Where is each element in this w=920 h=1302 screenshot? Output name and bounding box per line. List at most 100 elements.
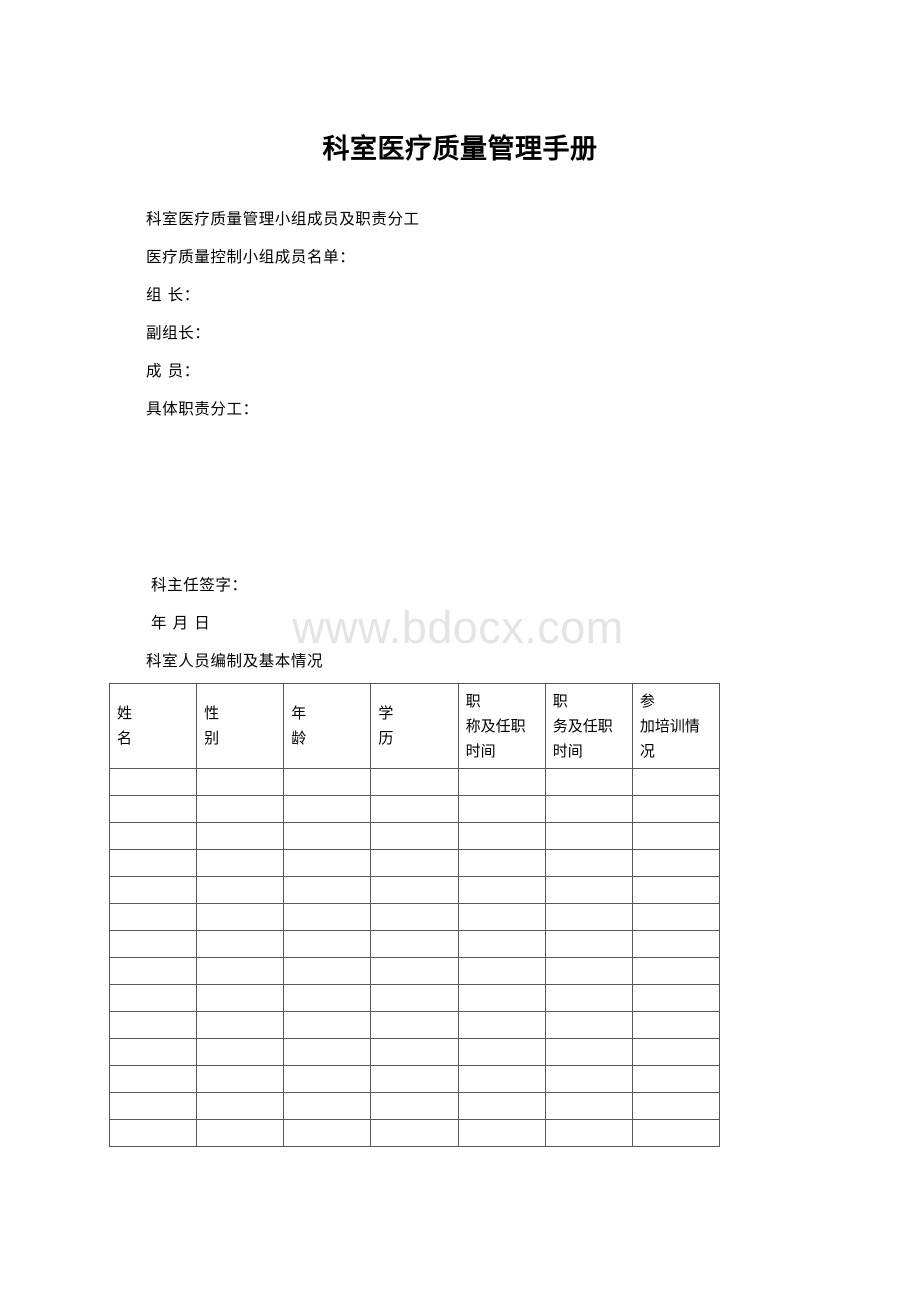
table-cell[interactable]: [631, 1065, 721, 1093]
table-cell[interactable]: [457, 876, 546, 904]
table-cell[interactable]: [108, 795, 198, 823]
table-cell[interactable]: [631, 930, 721, 958]
table-cell[interactable]: [544, 768, 633, 796]
table-cell[interactable]: [544, 822, 633, 850]
table-cell[interactable]: [283, 849, 372, 877]
table-cell[interactable]: [544, 1092, 633, 1120]
table-cell[interactable]: [544, 876, 633, 904]
table-cell[interactable]: [108, 768, 198, 796]
table-cell[interactable]: [196, 1011, 285, 1039]
table-cell[interactable]: [631, 1119, 721, 1147]
table-cell[interactable]: [196, 876, 285, 904]
table-cell[interactable]: [457, 768, 546, 796]
table-cell[interactable]: [108, 822, 198, 850]
table-cell[interactable]: [108, 1119, 198, 1147]
table-cell[interactable]: [370, 849, 459, 877]
table-cell[interactable]: [457, 930, 546, 958]
table-row[interactable]: [108, 795, 721, 823]
table-cell[interactable]: [631, 903, 721, 931]
table-cell[interactable]: [108, 930, 198, 958]
table-cell[interactable]: [196, 930, 285, 958]
table-cell[interactable]: [457, 903, 546, 931]
table-cell[interactable]: [544, 849, 633, 877]
table-cell[interactable]: [544, 1065, 633, 1093]
table-cell[interactable]: [196, 1119, 285, 1147]
table-cell[interactable]: [631, 768, 721, 796]
table-cell[interactable]: [544, 1119, 633, 1147]
table-cell[interactable]: [370, 984, 459, 1012]
table-cell[interactable]: [196, 768, 285, 796]
table-cell[interactable]: [283, 1038, 372, 1066]
table-cell[interactable]: [631, 876, 721, 904]
table-cell[interactable]: [631, 1011, 721, 1039]
table-cell[interactable]: [631, 822, 721, 850]
table-cell[interactable]: [283, 957, 372, 985]
table-row[interactable]: [108, 768, 721, 796]
table-row[interactable]: [108, 1011, 721, 1039]
table-cell[interactable]: [631, 795, 721, 823]
table-cell[interactable]: [370, 822, 459, 850]
table-cell[interactable]: [283, 795, 372, 823]
table-cell[interactable]: [631, 1038, 721, 1066]
table-cell[interactable]: [544, 984, 633, 1012]
table-cell[interactable]: [196, 1092, 285, 1120]
table-cell[interactable]: [370, 1038, 459, 1066]
table-cell[interactable]: [196, 822, 285, 850]
table-cell[interactable]: [544, 903, 633, 931]
table-cell[interactable]: [196, 1065, 285, 1093]
table-row[interactable]: [108, 984, 721, 1012]
table-cell[interactable]: [457, 1119, 546, 1147]
table-row[interactable]: [108, 1092, 721, 1120]
table-cell[interactable]: [108, 1092, 198, 1120]
table-cell[interactable]: [283, 1011, 372, 1039]
table-cell[interactable]: [108, 1038, 198, 1066]
table-cell[interactable]: [544, 1011, 633, 1039]
table-cell[interactable]: [108, 903, 198, 931]
table-cell[interactable]: [108, 1065, 198, 1093]
table-cell[interactable]: [283, 984, 372, 1012]
table-row[interactable]: [108, 1065, 721, 1093]
table-cell[interactable]: [631, 1092, 721, 1120]
table-row[interactable]: [108, 876, 721, 904]
table-cell[interactable]: [196, 849, 285, 877]
table-cell[interactable]: [370, 1065, 459, 1093]
table-cell[interactable]: [457, 1065, 546, 1093]
table-cell[interactable]: [370, 1092, 459, 1120]
table-cell[interactable]: [631, 984, 721, 1012]
table-cell[interactable]: [108, 1011, 198, 1039]
table-cell[interactable]: [196, 1038, 285, 1066]
table-cell[interactable]: [283, 822, 372, 850]
table-cell[interactable]: [631, 957, 721, 985]
table-cell[interactable]: [631, 849, 721, 877]
table-row[interactable]: [108, 822, 721, 850]
table-cell[interactable]: [370, 1119, 459, 1147]
table-row[interactable]: [108, 930, 721, 958]
table-cell[interactable]: [283, 876, 372, 904]
table-cell[interactable]: [457, 795, 546, 823]
table-cell[interactable]: [370, 903, 459, 931]
table-cell[interactable]: [544, 795, 633, 823]
table-cell[interactable]: [283, 1065, 372, 1093]
table-cell[interactable]: [457, 1038, 546, 1066]
table-cell[interactable]: [196, 957, 285, 985]
table-cell[interactable]: [283, 930, 372, 958]
table-cell[interactable]: [283, 1092, 372, 1120]
table-row[interactable]: [108, 849, 721, 877]
table-cell[interactable]: [108, 849, 198, 877]
table-cell[interactable]: [457, 957, 546, 985]
table-cell[interactable]: [370, 795, 459, 823]
table-row[interactable]: [108, 957, 721, 985]
table-row[interactable]: [108, 903, 721, 931]
table-cell[interactable]: [370, 957, 459, 985]
table-row[interactable]: [108, 1038, 721, 1066]
table-cell[interactable]: [457, 849, 546, 877]
table-cell[interactable]: [196, 903, 285, 931]
table-row[interactable]: [108, 1119, 721, 1147]
table-cell[interactable]: [370, 1011, 459, 1039]
table-cell[interactable]: [544, 1038, 633, 1066]
table-cell[interactable]: [457, 984, 546, 1012]
table-cell[interactable]: [108, 957, 198, 985]
table-cell[interactable]: [108, 876, 198, 904]
table-cell[interactable]: [544, 930, 633, 958]
table-cell[interactable]: [544, 957, 633, 985]
